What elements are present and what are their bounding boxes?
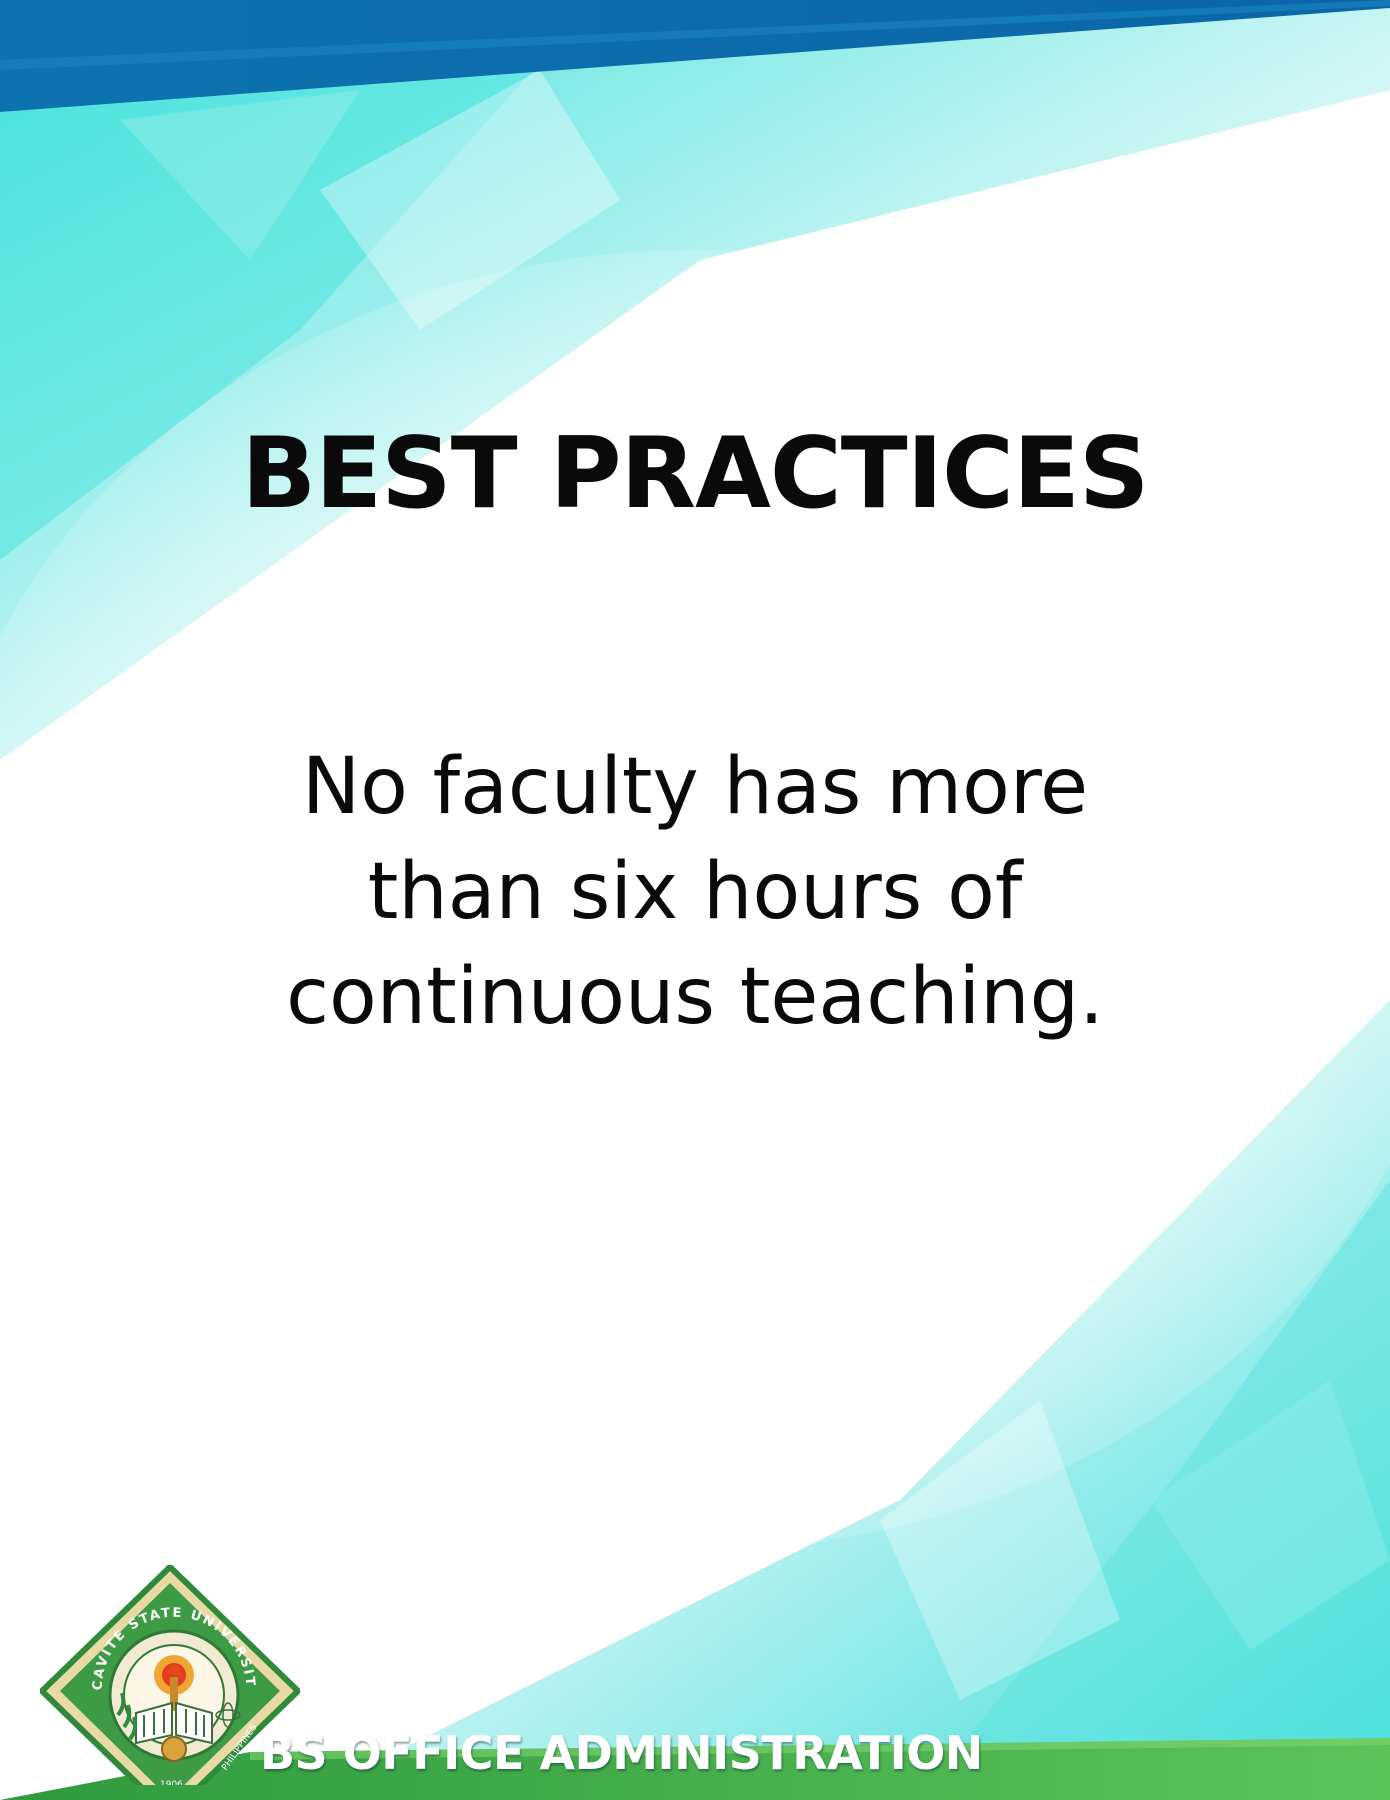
- page-title: BEST PRACTICES: [241, 417, 1150, 531]
- best-practice-statement: No faculty has more than six hours of co…: [0, 735, 1390, 1050]
- statement-line-3: continuous teaching.: [286, 952, 1104, 1042]
- page: BEST PRACTICES No faculty has more than …: [0, 0, 1390, 1800]
- statement-line-2: than six hours of: [367, 847, 1023, 937]
- svg-text:1906: 1906: [160, 1780, 183, 1785]
- statement-line-1: No faculty has more: [301, 742, 1089, 832]
- program-name: BS OFFICE ADMINISTRATION: [260, 1726, 983, 1780]
